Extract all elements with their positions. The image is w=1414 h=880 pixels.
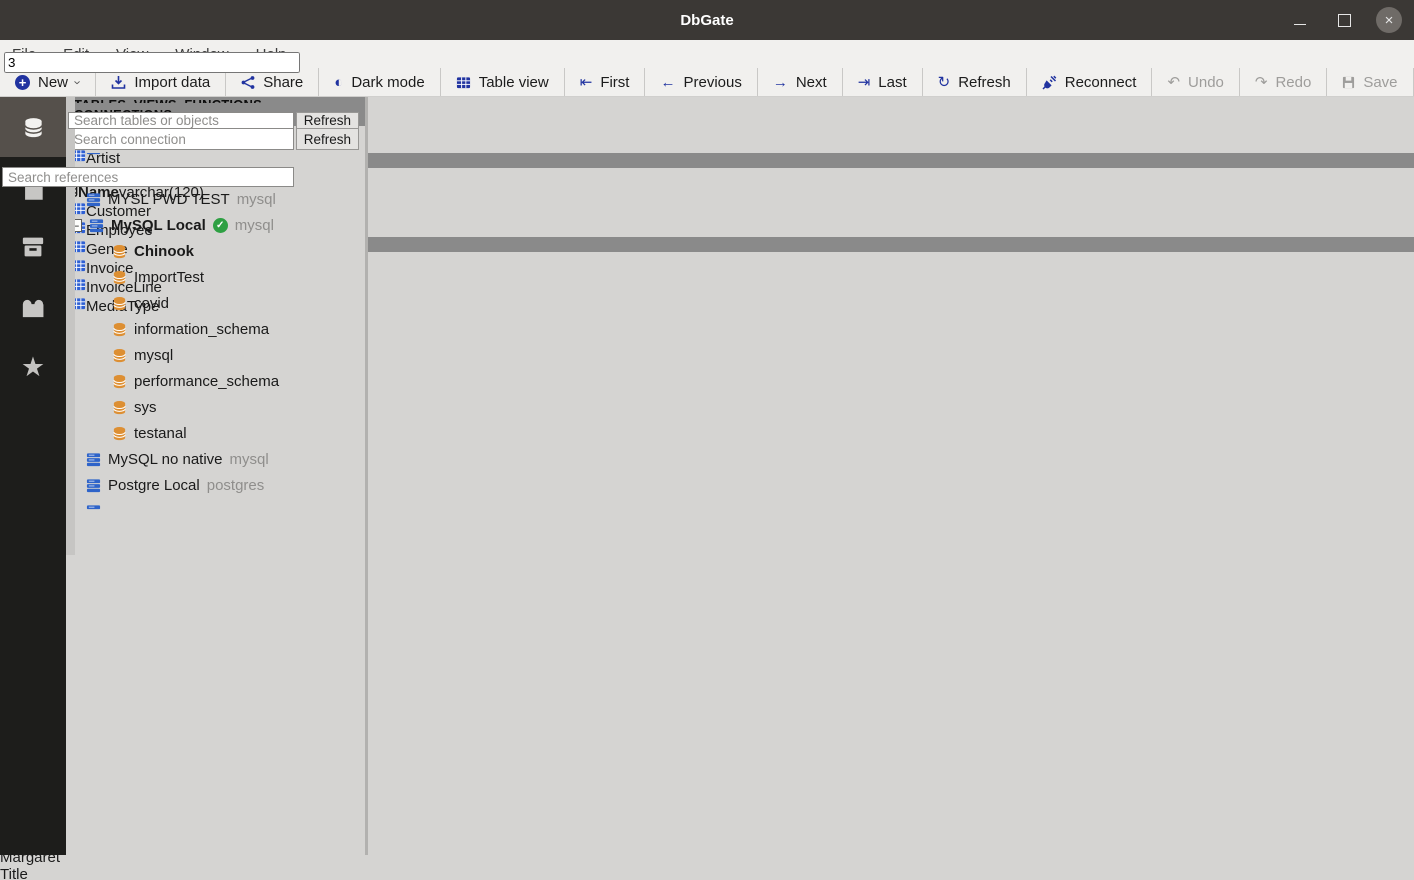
connection-item[interactable]: MySQL no nativemysql [66, 446, 355, 472]
minimize-icon [1294, 23, 1306, 25]
window-controls: × [1288, 0, 1402, 40]
database-icon [112, 244, 127, 259]
connections-refresh-button[interactable]: Refresh [296, 128, 359, 150]
reconnect-icon [1042, 75, 1057, 90]
left-icon-rail: ★ [0, 97, 66, 855]
toolbar-button-dark-mode[interactable]: ◐Dark mode [319, 68, 440, 96]
toolbar-button-table-view[interactable]: Table view [441, 68, 565, 96]
tables-scrollbar[interactable] [66, 315, 75, 555]
toolbar-button-save[interactable]: Save [1327, 68, 1413, 96]
search-tables-input[interactable] [68, 112, 294, 129]
import-icon [111, 75, 126, 90]
database-icon [112, 426, 127, 441]
scrollbar-thumb[interactable] [66, 315, 75, 555]
database-icon [112, 322, 127, 337]
last-icon: ⇥ [858, 73, 871, 91]
toolbar-button-next[interactable]: →Next [758, 68, 843, 96]
search-connection-input[interactable] [68, 128, 294, 150]
tableview-icon [456, 75, 471, 90]
connections-search-row: Refresh [68, 128, 359, 150]
plus-icon: + [15, 75, 30, 90]
toolbar-button-redo[interactable]: ↷Redo [1240, 68, 1327, 96]
connection-item[interactable]: –MySQL Local✓mysql [66, 212, 355, 238]
field-label: Title [0, 866, 1414, 880]
toolbar-button-last[interactable]: ⇥Last [843, 68, 923, 96]
rail-item-database[interactable] [0, 97, 66, 157]
connections-list: MS SQL localmssqlMYSL PWD TESTmysql–MySQ… [66, 153, 355, 510]
prev-icon: ← [660, 74, 675, 91]
server-icon [86, 452, 101, 467]
archive-icon [20, 234, 46, 260]
connection-item[interactable]: MYSL PWD TESTmysql [66, 186, 355, 212]
server-icon [86, 153, 101, 155]
connected-check-icon: ✓ [213, 218, 228, 233]
undo-icon: ↶ [1167, 73, 1180, 91]
tables-search-row: Refresh [68, 112, 359, 129]
toolbar-button-previous[interactable]: ←Previous [645, 68, 757, 96]
toolbar-button-refresh[interactable]: ↻Refresh [923, 68, 1027, 96]
darkmode-icon: ◐ [334, 74, 343, 91]
database-item[interactable]: ImportTest [66, 264, 355, 290]
toolbar-button-reconnect[interactable]: Reconnect [1027, 68, 1153, 96]
database-icon [112, 374, 127, 389]
rail-item-favorites-star[interactable]: ★ [0, 337, 66, 397]
left-panel: CONNECTIONS Refresh MS SQL localmssqlMYS… [66, 97, 368, 855]
dbgate-window: DbGate × FileEditViewWindowHelp +New›Imp… [0, 0, 1414, 880]
save-icon [1342, 76, 1355, 89]
rail-item-book[interactable] [0, 277, 66, 337]
book-icon [20, 295, 46, 318]
connection-item[interactable]: Postgre Localpostgres [66, 472, 355, 498]
refresh-icon: ↻ [938, 73, 951, 91]
share-icon [241, 75, 255, 90]
next-icon: → [773, 74, 788, 91]
maximize-icon [1338, 14, 1351, 27]
server-icon [86, 478, 101, 493]
database-icon [112, 270, 127, 285]
database-item[interactable]: testanal [66, 420, 355, 446]
form-row: TitleSales Support Age [0, 866, 1414, 880]
title-bar: DbGate × [0, 0, 1414, 40]
database-icon [112, 348, 127, 363]
connection-item[interactable] [66, 153, 355, 160]
minimize-button[interactable] [1288, 8, 1312, 32]
close-icon: × [1385, 12, 1394, 29]
toolbar-button-first[interactable]: ⇤First [565, 68, 646, 96]
database-item[interactable]: Chinook [66, 238, 355, 264]
invoiceid-filter-input[interactable] [4, 52, 300, 73]
search-references-input[interactable] [2, 167, 294, 187]
database-item[interactable]: covid [66, 290, 355, 316]
server-icon [86, 504, 101, 511]
server-icon [86, 192, 101, 207]
chevron-down-icon: › [71, 80, 86, 84]
server-icon [89, 218, 104, 233]
database-item[interactable]: mysql [66, 342, 355, 368]
database-icon [112, 400, 127, 415]
database-item[interactable]: sys [66, 394, 355, 420]
favorites-star-icon: ★ [21, 352, 45, 383]
rail-item-archive[interactable] [0, 217, 66, 277]
database-icon [112, 296, 127, 311]
toolbar-button-undo[interactable]: ↶Undo [1152, 68, 1239, 96]
close-button[interactable]: × [1376, 7, 1402, 33]
connection-item[interactable] [66, 498, 355, 510]
window-title: DbGate [0, 0, 1414, 40]
maximize-button[interactable] [1332, 8, 1356, 32]
database-icon [22, 116, 44, 138]
redo-icon: ↷ [1255, 73, 1268, 91]
rail-item-file[interactable] [0, 157, 66, 217]
tables-refresh-button[interactable]: Refresh [296, 112, 359, 129]
database-item[interactable]: performance_schema [66, 368, 355, 394]
database-item[interactable]: information_schema [66, 316, 355, 342]
first-icon: ⇤ [580, 73, 593, 91]
